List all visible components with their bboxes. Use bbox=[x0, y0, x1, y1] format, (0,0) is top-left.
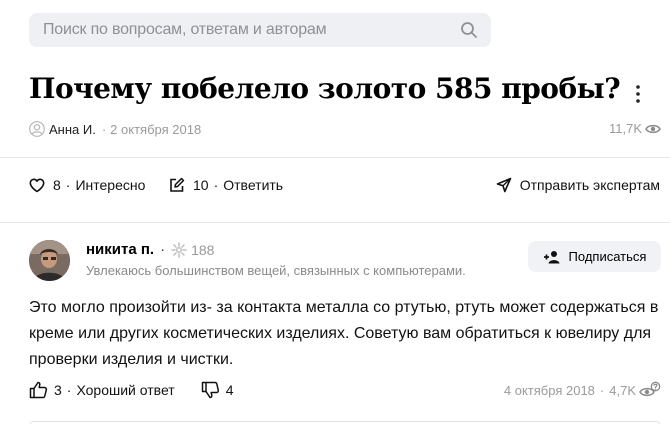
answer-author-avatar[interactable] bbox=[29, 240, 70, 281]
answer-label: Ответить bbox=[223, 177, 284, 193]
answer-text: Это могло произойти из- за контакта мета… bbox=[29, 299, 659, 368]
eye-icon bbox=[639, 381, 661, 397]
answer-author-name[interactable]: никита п. bbox=[86, 241, 154, 258]
separator-dot: · bbox=[101, 121, 107, 137]
divider bbox=[0, 157, 670, 158]
question-views-count: 11,7K bbox=[608, 121, 642, 136]
question-title: Почему побелело золото 585 пробы? bbox=[29, 72, 621, 105]
question-author[interactable]: Анна И. bbox=[49, 122, 96, 137]
separator-dot: · bbox=[599, 382, 605, 398]
answer-button[interactable]: 10 · Ответить bbox=[169, 177, 283, 193]
good-answer-label: Хороший ответ bbox=[76, 382, 175, 398]
search-icon[interactable] bbox=[460, 21, 478, 39]
eye-icon bbox=[645, 124, 661, 133]
user-avatar-icon bbox=[29, 121, 45, 137]
subscribe-label: Подписаться bbox=[568, 249, 647, 264]
send-icon bbox=[496, 177, 512, 193]
avatar-photo bbox=[29, 240, 70, 281]
search-bar[interactable]: Поиск по вопросам, ответам и авторам bbox=[29, 13, 491, 47]
edit-icon bbox=[170, 177, 185, 192]
answer-reactions: 3 · Хороший ответ 4 bbox=[29, 381, 233, 399]
answer-views-count: 4,7K bbox=[609, 382, 636, 398]
send-to-experts-button[interactable]: Отправить экспертам bbox=[496, 177, 660, 193]
good-answer-count: 3 bbox=[54, 382, 62, 398]
divider bbox=[0, 222, 670, 223]
separator-dot: · bbox=[65, 177, 71, 193]
subscribe-button[interactable]: Подписаться bbox=[528, 241, 661, 272]
answer-footer: 3 · Хороший ответ 4 4 октября 2018 · 4,7… bbox=[29, 381, 661, 403]
interesting-label: Интересно bbox=[75, 177, 146, 193]
expert-badge-icon bbox=[171, 241, 187, 258]
separator-dot: · bbox=[66, 382, 72, 398]
good-answer-button[interactable]: 3 · Хороший ответ bbox=[29, 381, 175, 399]
separator-dot: · bbox=[213, 177, 219, 193]
more-options-icon[interactable] bbox=[635, 84, 641, 104]
send-to-experts-label: Отправить экспертам bbox=[519, 177, 660, 193]
answer-author-description: Увлекаюсь большинством вещей, связынных … bbox=[86, 263, 466, 278]
separator-dot: · bbox=[160, 241, 166, 258]
question-views: 11,7K bbox=[609, 121, 661, 136]
question-date: 2 октября 2018 bbox=[110, 121, 202, 137]
dislike-count: 4 bbox=[225, 382, 234, 398]
interesting-button[interactable]: 8 · Интересно bbox=[29, 177, 145, 193]
answer-author-row: никита п. · 188 bbox=[86, 241, 214, 258]
search-input[interactable]: Поиск по вопросам, ответам и авторам bbox=[43, 21, 327, 39]
answer-author-score: 188 bbox=[191, 241, 215, 258]
heart-icon bbox=[29, 178, 45, 192]
question-meta: Анна И. · 2 октября 2018 bbox=[29, 121, 201, 137]
thumbs-down-icon bbox=[201, 381, 219, 399]
answer-meta: 4 октября 2018 · 4,7K bbox=[504, 381, 661, 399]
interesting-count: 8 bbox=[53, 177, 61, 193]
dislike-button[interactable]: 4 bbox=[201, 381, 234, 399]
add-user-icon bbox=[543, 250, 560, 263]
answer-date: 4 октября 2018 bbox=[503, 382, 595, 398]
thumbs-up-icon bbox=[29, 381, 48, 399]
answers-count: 10 bbox=[193, 177, 209, 193]
